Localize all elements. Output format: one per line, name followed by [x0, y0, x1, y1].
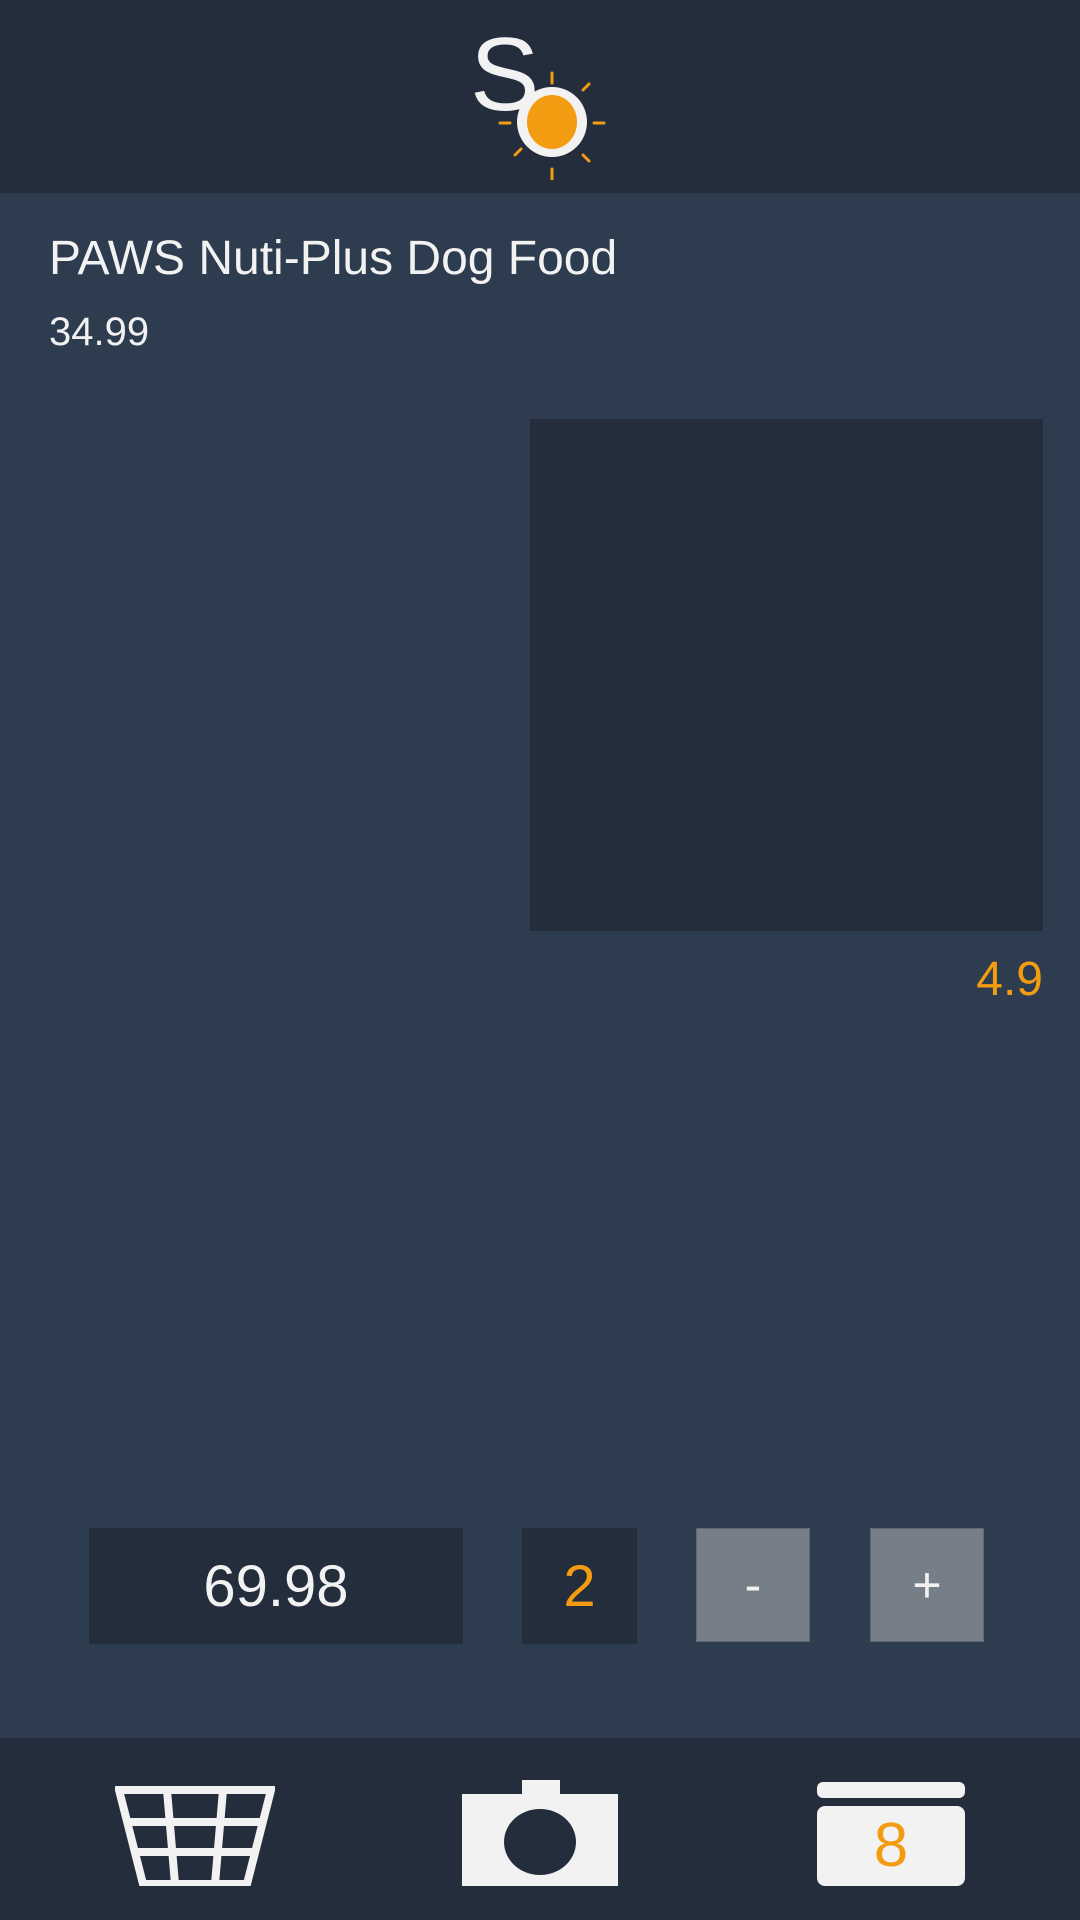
app-header: S: [0, 0, 1080, 193]
order-total: 69.98: [89, 1528, 463, 1644]
nav-basket-button[interactable]: [115, 1784, 275, 1886]
order-total-value: 69.98: [203, 1553, 349, 1619]
nav-camera-button[interactable]: [462, 1780, 618, 1886]
product-name: PAWS Nuti-Plus Dog Food: [49, 232, 618, 285]
increase-quantity-label: +: [912, 1557, 942, 1613]
basket-icon: [115, 1786, 275, 1886]
svg-text:S: S: [472, 18, 539, 133]
decrease-quantity-button[interactable]: -: [696, 1528, 810, 1642]
sun-logo-icon: S: [472, 18, 606, 180]
increase-quantity-button[interactable]: +: [870, 1528, 984, 1642]
product-rating: 4.9: [976, 953, 1043, 1006]
decrease-quantity-label: -: [744, 1557, 762, 1613]
quantity-value: 2: [563, 1553, 596, 1619]
camera-icon: [462, 1780, 618, 1886]
quantity-display: 2: [522, 1528, 637, 1644]
product-price: 34.99: [49, 310, 150, 354]
nav-cart-button[interactable]: 8: [817, 1782, 965, 1886]
cart-count-badge: 8: [873, 1811, 909, 1880]
product-image: [530, 419, 1043, 931]
